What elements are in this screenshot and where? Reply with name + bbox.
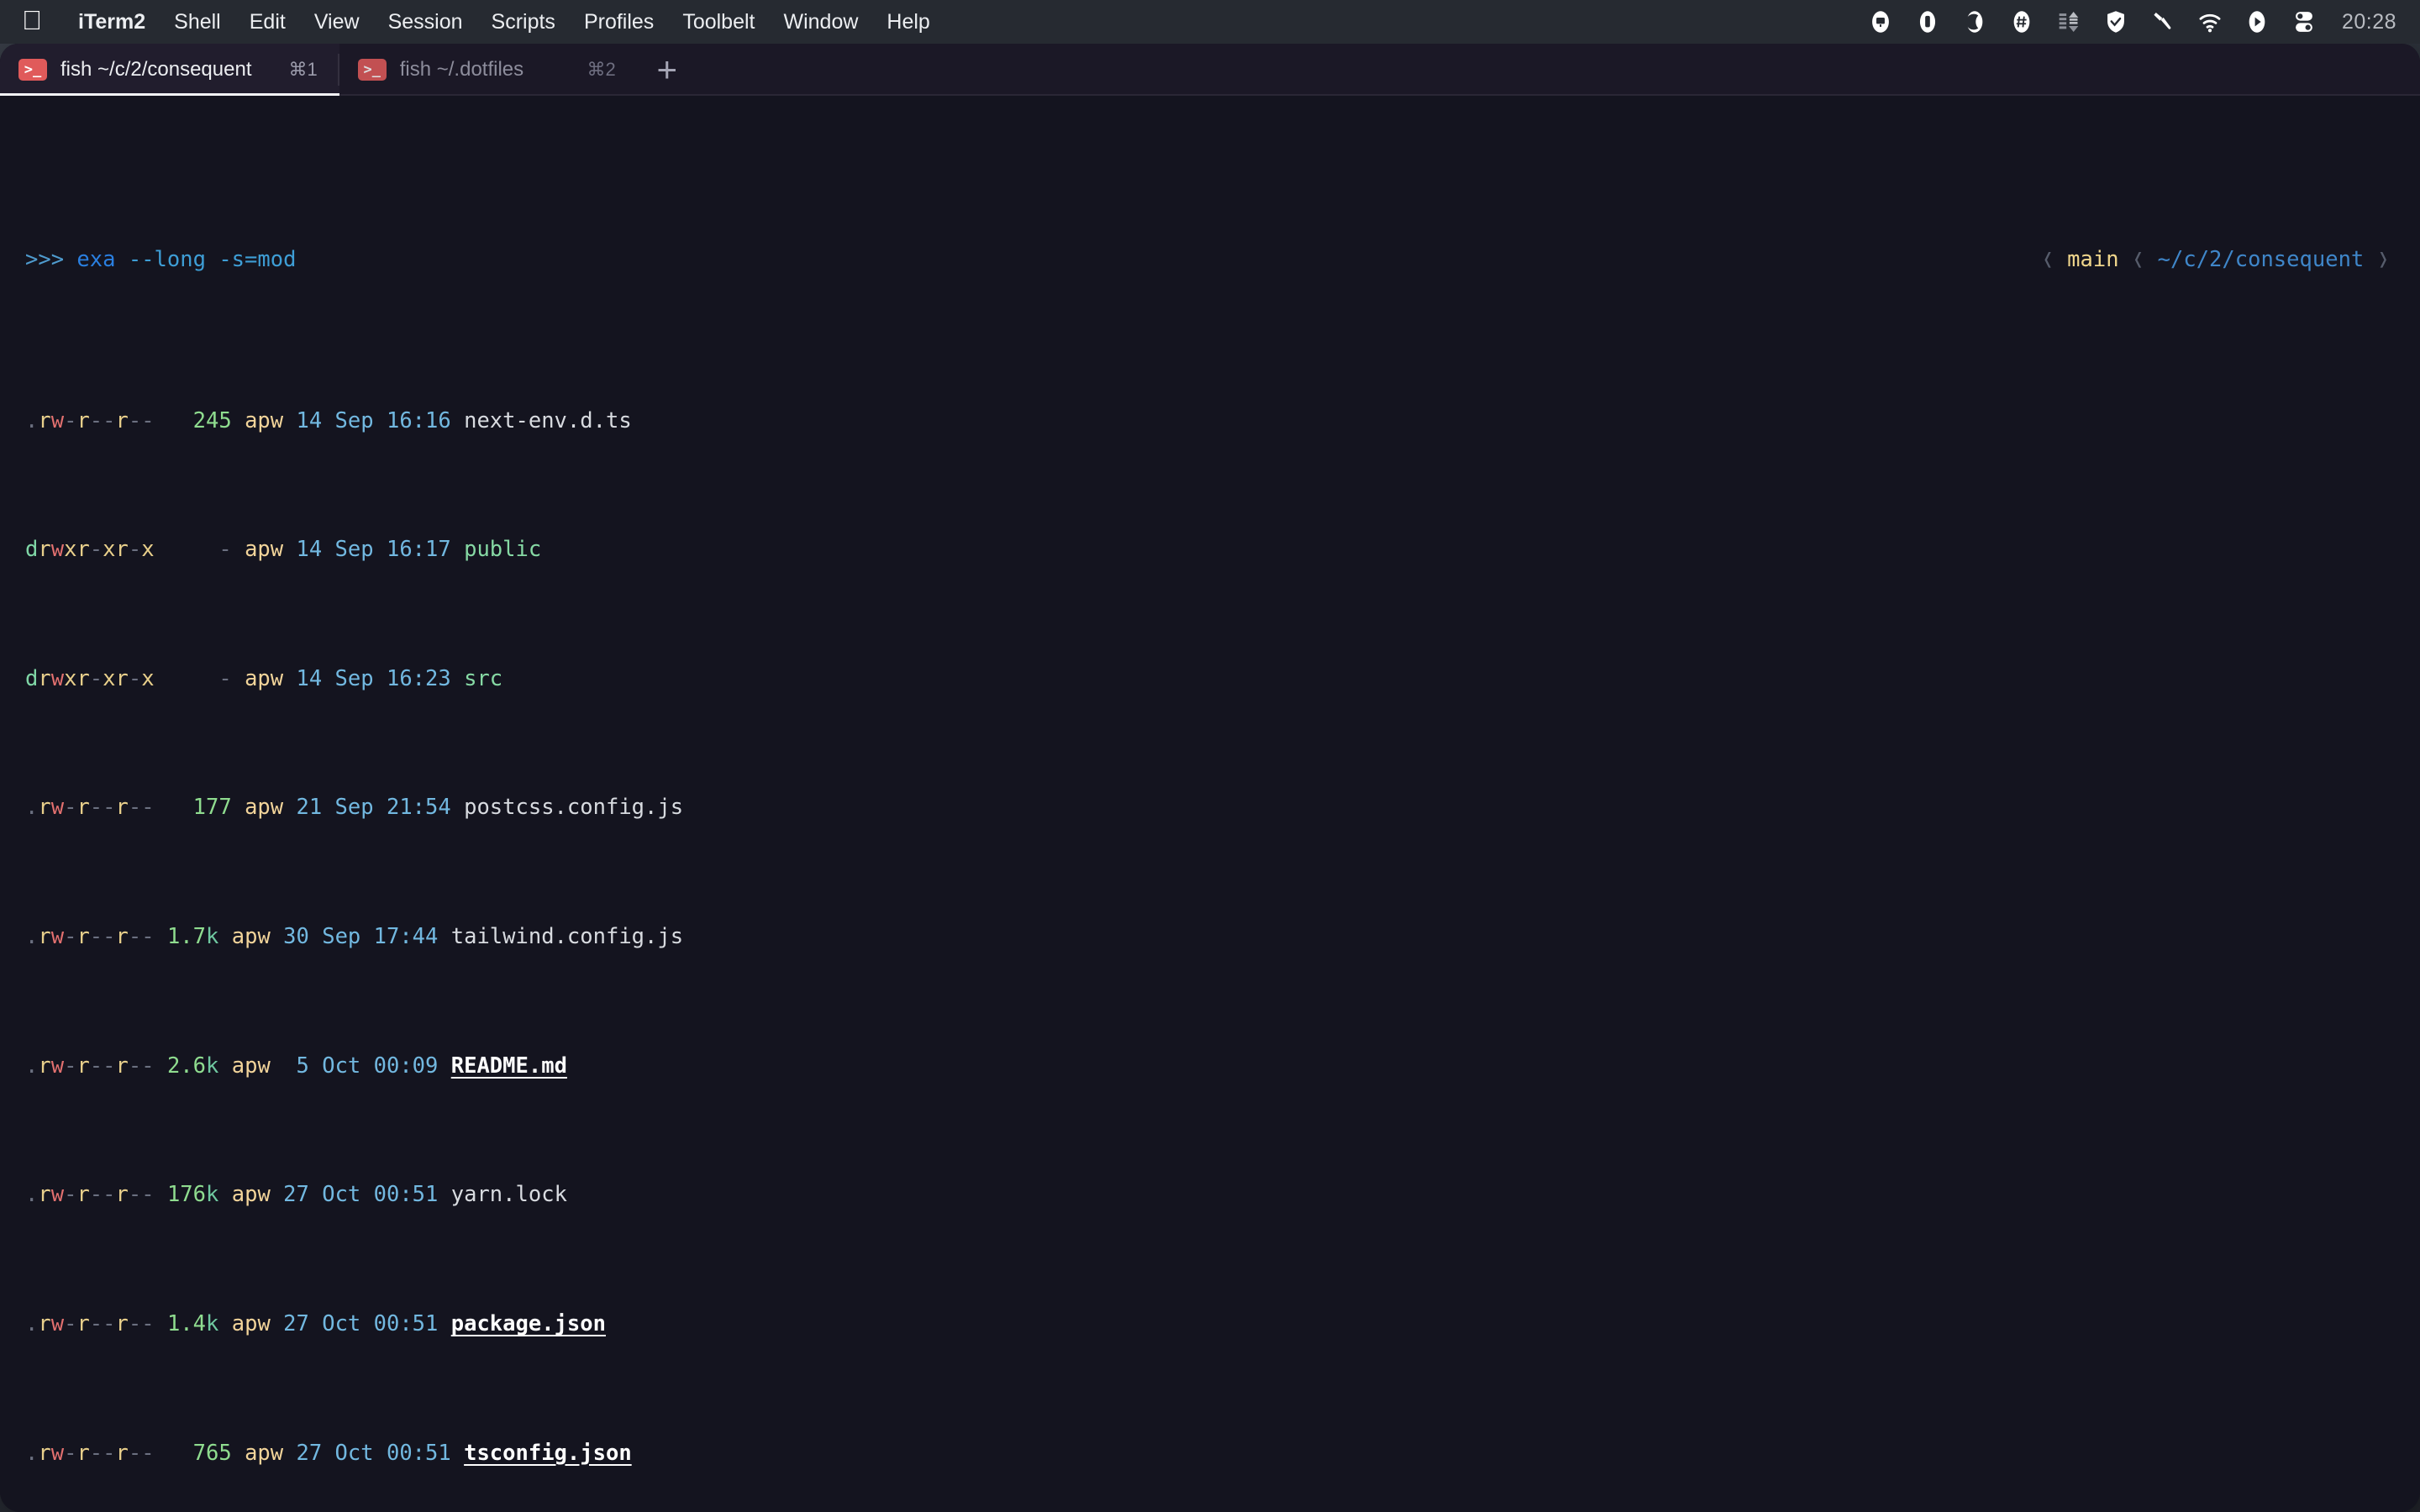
listing-row: drwxr-xr-x - apw 14 Sep 16:17 public — [25, 537, 542, 563]
listing-row: .rw-r--r-- 176k apw 27 Oct 00:51 yarn.lo… — [25, 1182, 567, 1208]
file-size: 1.7 — [166, 924, 207, 950]
tab-bar: >_ fish ~/c/2/consequent ⌘1 >_ fish ~/.d… — [0, 44, 2420, 96]
menu-item-profiles[interactable]: Profiles — [570, 10, 668, 34]
file-date: 27 Oct 00:51 — [283, 1182, 439, 1208]
iterm2-window: >_ fish ~/c/2/consequent ⌘1 >_ fish ~/.d… — [0, 44, 2420, 1512]
stats-icon[interactable] — [2054, 8, 2083, 36]
file-owner: apw — [245, 665, 284, 691]
menu-item-view[interactable]: View — [300, 10, 374, 34]
file-date: 21 Sep 21:54 — [296, 795, 451, 821]
file-name: src — [464, 665, 503, 691]
file-owner: apw — [245, 407, 284, 433]
file-date: 27 Oct 00:51 — [283, 1310, 439, 1336]
file-size-unit: k — [206, 1310, 219, 1336]
menu-item-window[interactable]: Window — [769, 10, 872, 34]
file-size: 177 — [192, 795, 232, 821]
file-owner: apw — [245, 1440, 284, 1466]
file-date: 30 Sep 17:44 — [283, 924, 439, 950]
terminal-icon: >_ — [18, 59, 47, 81]
prompt-symbol: >>> — [25, 246, 65, 272]
file-size: 1.4 — [166, 1310, 207, 1336]
vpn-shield-icon[interactable] — [2102, 8, 2130, 36]
menu-item-shell[interactable]: Shell — [160, 10, 235, 34]
command-flag-sort: -s=mod — [218, 246, 297, 272]
rprompt-open-bracket: ❬ — [2041, 246, 2054, 272]
file-size-unit: k — [206, 924, 219, 950]
file-size: - — [218, 537, 232, 563]
file-size: - — [218, 665, 232, 691]
command-line-exa: >>> exa --long -s=mod ❬ main ❬ ~/c/2/cons… — [25, 244, 2395, 276]
moon-icon[interactable] — [1960, 8, 1989, 36]
file-name: next-env.d.ts — [464, 407, 632, 433]
file-size: 765 — [192, 1440, 232, 1466]
command-flag-long: --long — [128, 246, 206, 272]
hash-icon[interactable] — [2007, 8, 2036, 36]
menu-bar-clock: 20:28 — [2341, 9, 2396, 34]
display-icon[interactable] — [1866, 8, 1895, 36]
file-name: tsconfig.json — [464, 1440, 632, 1466]
tab-title: fish ~/c/2/consequent — [60, 58, 252, 81]
file-date: 27 Oct 00:51 — [296, 1440, 451, 1466]
file-owner: apw — [231, 1310, 271, 1336]
file-date: 5 Oct 00:09 — [283, 1053, 439, 1079]
file-name: postcss.config.js — [464, 795, 684, 821]
menu-item-edit[interactable]: Edit — [235, 10, 300, 34]
terminal-icon: >_ — [357, 59, 387, 81]
file-owner: apw — [231, 1053, 271, 1079]
file-owner: apw — [245, 537, 284, 563]
file-date: 14 Sep 16:17 — [296, 537, 451, 563]
battery-icon[interactable] — [1913, 8, 1942, 36]
rprompt-path: ~/c/2/consequent — [2157, 246, 2365, 272]
menu-item-scripts[interactable]: Scripts — [477, 10, 570, 34]
file-name: README.md — [450, 1053, 567, 1079]
tab-title: fish ~/.dotfiles — [399, 58, 524, 81]
file-date: 14 Sep 16:16 — [296, 407, 451, 433]
file-size-unit: k — [206, 1053, 219, 1079]
listing-row: .rw-r--r-- 765 apw 27 Oct 00:51 tsconfig… — [25, 1440, 632, 1466]
rprompt-branch: main — [2067, 246, 2119, 272]
menu-item-help[interactable]: Help — [872, 10, 944, 34]
apple-menu-icon[interactable]:  — [22, 7, 42, 34]
tab-fish-consequent[interactable]: >_ fish ~/c/2/consequent ⌘1 — [0, 44, 339, 96]
file-owner: apw — [231, 924, 271, 950]
menu-item-session[interactable]: Session — [374, 10, 477, 34]
listing-row: .rw-r--r-- 2.6k apw 5 Oct 00:09 README.m… — [25, 1053, 567, 1079]
tab-shortcut: ⌘2 — [587, 59, 616, 80]
new-tab-button[interactable]: + — [638, 44, 697, 96]
file-name: package.json — [450, 1310, 606, 1336]
rprompt-mid-bracket: ❬ — [2131, 246, 2145, 272]
file-name: public — [464, 537, 542, 563]
menu-item-iterm2[interactable]: iTerm2 — [64, 10, 160, 34]
right-prompt: ❬ main ❬ ~/c/2/consequent ❭ — [2041, 244, 2390, 276]
file-size: 2.6 — [166, 1053, 207, 1079]
listing-row: .rw-r--r-- 1.7k apw 30 Sep 17:44 tailwin… — [25, 924, 684, 950]
tab-shortcut: ⌘1 — [288, 59, 318, 80]
file-size: 245 — [192, 407, 232, 433]
file-date: 14 Sep 16:23 — [296, 665, 451, 691]
hammer-icon[interactable] — [2149, 8, 2177, 36]
file-size: 176 — [166, 1182, 207, 1208]
terminal-screen[interactable]: >>> exa --long -s=mod ❬ main ❬ ~/c/2/cons… — [0, 96, 2420, 1512]
file-name: tailwind.config.js — [450, 924, 684, 950]
listing-row: .rw-r--r-- 245 apw 14 Sep 16:16 next-env… — [25, 407, 632, 433]
tab-fish-dotfiles[interactable]: >_ fish ~/.dotfiles ⌘2 — [339, 44, 638, 96]
file-owner: apw — [231, 1182, 271, 1208]
menu-bar-tray: 20:28 — [1866, 8, 2408, 36]
macos-menu-bar:  iTerm2 Shell Edit View Session Scripts… — [0, 0, 2420, 44]
listing-row: .rw-r--r-- 1.4k apw 27 Oct 00:51 package… — [25, 1310, 606, 1336]
toggles-icon[interactable] — [2290, 8, 2318, 36]
file-size-unit: k — [206, 1182, 219, 1208]
menu-item-toolbelt[interactable]: Toolbelt — [668, 10, 769, 34]
file-name: yarn.lock — [450, 1182, 567, 1208]
listing-row: .rw-r--r-- 177 apw 21 Sep 21:54 postcss.… — [25, 795, 684, 821]
command-name: exa — [76, 246, 116, 272]
play-circle-icon[interactable] — [2243, 8, 2271, 36]
rprompt-close-bracket: ❭ — [2376, 246, 2390, 272]
file-owner: apw — [245, 795, 284, 821]
listing-row: drwxr-xr-x - apw 14 Sep 16:23 src — [25, 665, 503, 691]
wifi-icon[interactable] — [2196, 8, 2224, 36]
